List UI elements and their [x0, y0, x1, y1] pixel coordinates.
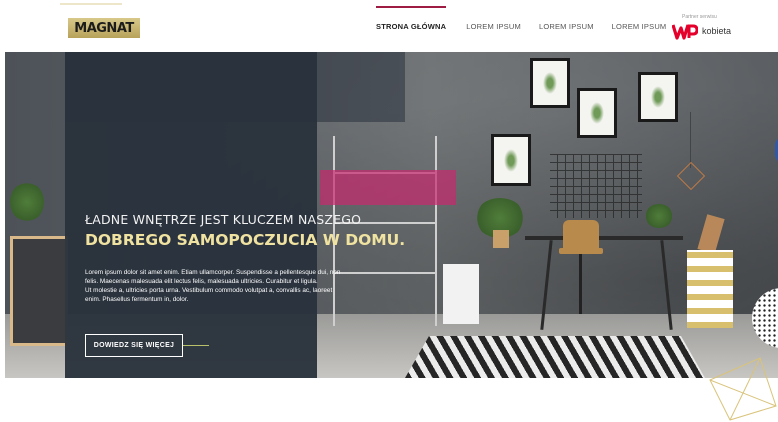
picture-frame: [577, 88, 617, 138]
pink-accent-strip: [320, 170, 456, 205]
nav-item-2[interactable]: LOREM IPSUM: [466, 0, 521, 52]
site-header: MAGNAT STRONA GŁÓWNA LOREM IPSUM LOREM I…: [0, 0, 778, 52]
picture-frame: [638, 72, 678, 122]
chair-back: [563, 220, 599, 250]
picture-frame: [530, 58, 570, 108]
headline-line-1: ŁADNE WNĘTRZE JEST KLUCZEM NASZEGO: [85, 212, 362, 227]
white-stool: [443, 264, 479, 324]
hero-body-text: Lorem ipsum dolor sit amet enim. Etiam u…: [85, 268, 385, 304]
partner-label: Partner serwisu: [682, 14, 717, 20]
cta-accent-line: [183, 345, 209, 346]
partner-link[interactable]: Partner serwisu kobieta: [672, 14, 742, 44]
headline-line-2: DOBREGO SAMOPOCZUCIA W DOMU.: [85, 231, 406, 249]
body-line: Ut molestie a, ultricies porta urna. Ves…: [85, 287, 333, 294]
partner-name: kobieta: [702, 26, 732, 36]
plant-pot: [493, 230, 509, 248]
magnat-logo[interactable]: MAGNAT: [68, 18, 140, 38]
body-line: Lorem ipsum dolor sit amet enim. Etiam u…: [85, 269, 341, 276]
header-accent-line: [60, 3, 122, 5]
picture-frame: [491, 134, 531, 186]
geometric-line-decoration: [709, 357, 777, 421]
body-line: enim. Phasellus fermentum in, dolor.: [85, 296, 189, 303]
striped-bag: [687, 250, 733, 328]
pendant-lamp-cord: [690, 112, 691, 168]
learn-more-button[interactable]: DOWIEDZ SIĘ WIĘCEJ: [85, 334, 183, 357]
potted-plant: [645, 204, 673, 228]
body-line: felis. Maecenas malesuada elit lectus fe…: [85, 278, 318, 285]
patterned-rug: [405, 336, 705, 378]
wp-logo-icon: [672, 24, 698, 40]
nav-item-home[interactable]: STRONA GŁÓWNA: [376, 0, 447, 52]
cabinet: [10, 236, 68, 346]
main-nav: STRONA GŁÓWNA LOREM IPSUM LOREM IPSUM LO…: [370, 0, 666, 52]
hero-headline: ŁADNE WNĘTRZE JEST KLUCZEM NASZEGO DOBRE…: [85, 212, 445, 249]
logo-text: MAGNAT: [74, 20, 134, 36]
nav-item-4[interactable]: LOREM IPSUM: [612, 0, 667, 52]
wire-grid-board: [550, 154, 642, 218]
potted-plant: [10, 182, 44, 222]
nav-item-3[interactable]: LOREM IPSUM: [539, 0, 594, 52]
chair-leg: [579, 254, 582, 314]
